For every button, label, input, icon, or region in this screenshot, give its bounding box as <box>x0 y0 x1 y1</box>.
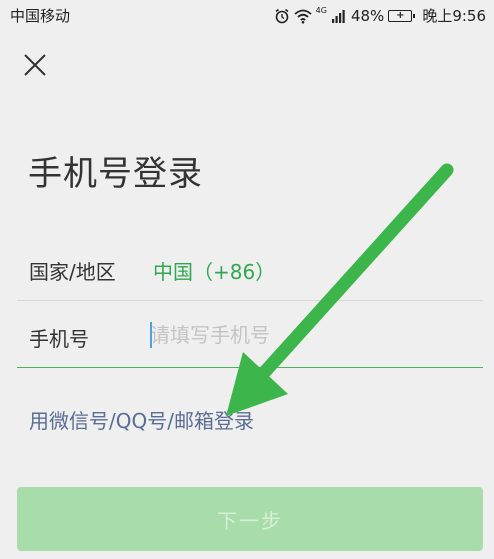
country-selector[interactable]: 中国（+86） <box>153 256 275 285</box>
alarm-icon <box>274 8 290 24</box>
carrier-name: 中国移动 <box>10 7 71 25</box>
close-button[interactable] <box>20 50 50 80</box>
phone-label: 手机号 <box>29 327 89 351</box>
status-icons: 4G 48% + 晚上9:56 <box>274 5 486 26</box>
network-type: 4G <box>315 6 327 15</box>
alt-login-link[interactable]: 用微信号/QQ号/邮箱登录 <box>29 405 254 434</box>
text-caret <box>150 322 152 348</box>
phone-input-underline <box>17 367 483 368</box>
battery-icon: + <box>388 9 416 22</box>
close-icon <box>24 54 46 76</box>
page-title: 手机号登录 <box>28 154 203 194</box>
battery-percent: 48% <box>350 6 385 25</box>
clock: 晚上9:56 <box>422 7 486 25</box>
next-button[interactable]: 下一步 <box>17 487 483 551</box>
signal-icon <box>331 9 347 23</box>
status-bar: 中国移动 4G 48% + 晚上9:56 <box>0 0 494 30</box>
divider <box>17 300 483 301</box>
phone-input[interactable] <box>150 318 480 352</box>
country-label: 国家/地区 <box>29 260 116 284</box>
wifi-icon <box>294 8 312 24</box>
